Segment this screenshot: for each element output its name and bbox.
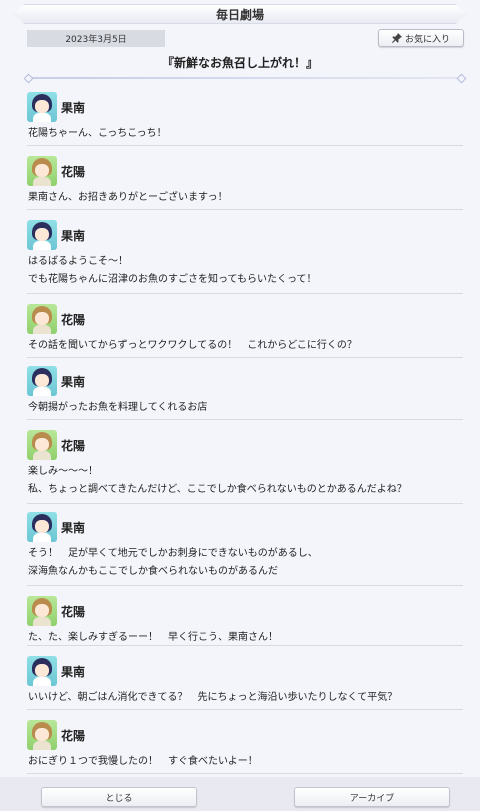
- dialogue-text: そう！ 足が早くて地元でしかお刺身にできないものがあるし、: [28, 548, 318, 559]
- dialogue-text: 果南さん、お招きありがとーございますっ！: [28, 192, 228, 203]
- favorite-button-label: お気に入り: [404, 34, 450, 45]
- kanan-avatar-icon: [27, 92, 57, 122]
- speaker-row: 果南: [27, 656, 463, 686]
- dialogue-entry: 果南はるばるようこそ～！ でも花陽ちゃんに沼津のお魚のすごさを知ってもらいたくって…: [27, 220, 463, 294]
- dialogue-entry: 花陽た、た、楽しみすぎるーー！ 早く行こう、果南さん！: [27, 596, 463, 646]
- hanayo-avatar-icon: [27, 596, 57, 626]
- speaker-row: 花陽: [27, 430, 463, 460]
- speaker-row: 花陽: [27, 720, 463, 750]
- dialogue-text: 花陽ちゃーん、こっちこっち！: [28, 128, 167, 139]
- kanan-avatar-icon: [27, 512, 57, 542]
- speaker-row: 花陽: [27, 304, 463, 334]
- kanan-avatar-icon: [27, 366, 57, 396]
- hanayo-avatar-icon: [27, 430, 57, 460]
- dialogue-text: 楽しみ～～～！: [28, 466, 98, 477]
- title-divider: [28, 77, 462, 79]
- dialogue-text: た、た、楽しみすぎるーー！ 早く行こう、果南さん！: [28, 632, 278, 643]
- speaker-name: 果南: [61, 100, 86, 115]
- dialogue-text: 今朝揚がったお魚を料理してくれるお店: [28, 402, 208, 413]
- footer-bar: とじる アーカイブ: [0, 777, 480, 811]
- speaker-name: 花陽: [61, 604, 86, 619]
- dialogue-text: はるばるようこそ～！: [28, 256, 128, 267]
- speaker-name: 花陽: [61, 438, 86, 453]
- hanayo-avatar-icon: [27, 304, 57, 334]
- archive-button[interactable]: アーカイブ: [294, 787, 450, 807]
- dialogue-text: おにぎり１つで我慢したの！ すぐ食べたいよー！: [28, 756, 258, 767]
- dialogue-entry: 花陽おにぎり１つで我慢したの！ すぐ食べたいよー！: [27, 720, 463, 774]
- hanayo-avatar-icon: [27, 720, 57, 750]
- kanan-avatar-icon: [27, 220, 57, 250]
- speaker-row: 果南: [27, 92, 463, 122]
- pin-icon: [391, 33, 402, 43]
- speaker-name: 花陽: [61, 728, 86, 743]
- dialogue-entry: 花陽その話を聞いてからずっとワクワクしてるの！ これからどこに行くの？: [27, 304, 463, 358]
- dialogue-entry: 果南花陽ちゃーん、こっちこっち！: [27, 92, 463, 146]
- speaker-name: 果南: [61, 228, 86, 243]
- page-title: 毎日劇場: [215, 7, 264, 22]
- speaker-name: 果南: [61, 374, 86, 389]
- speaker-row: 花陽: [27, 156, 463, 186]
- header-bar: 毎日劇場: [0, 0, 480, 26]
- dialogue-text: でも花陽ちゃんに沼津のお魚のすごさを知ってもらいたくって！: [28, 274, 317, 285]
- dialogue-entry: 果南そう！ 足が早くて地元でしかお刺身にできないものがあるし、 深海魚なんかもここ…: [27, 512, 463, 586]
- speaker-row: 果南: [27, 220, 463, 250]
- dialogue-entry: 果南いいけど、朝ごはん消化できてる？ 先にちょっと海沿い歩いたりしなくて平気？: [27, 656, 463, 710]
- speaker-name: 花陽: [61, 312, 86, 327]
- speaker-row: 果南: [27, 512, 463, 542]
- dialogue-entry: 花陽果南さん、お招きありがとーございますっ！: [27, 156, 463, 210]
- speaker-name: 果南: [61, 664, 86, 679]
- episode-title: 『新鮮なお魚召し上がれ！』: [161, 56, 318, 70]
- speaker-row: 花陽: [27, 596, 463, 626]
- dialogue-entry: 花陽楽しみ～～～！ 私、ちょっと調べてきたんだけど、ここでしか食べられないものとか…: [27, 430, 463, 504]
- dialogue-entry: 果南今朝揚がったお魚を料理してくれるお店: [27, 366, 463, 420]
- dialogue-text: 深海魚なんかもここでしか食べられないものがあるんだ: [28, 566, 278, 577]
- favorite-button[interactable]: お気に入り: [378, 29, 464, 47]
- dialogue-text: 私、ちょっと調べてきたんだけど、ここでしか食べられないものとかあるんだよね？: [28, 484, 407, 495]
- date-label: 2023年3月5日: [27, 30, 165, 47]
- dialogue-text: その話を聞いてからずっとワクワクしてるの！ これからどこに行くの？: [28, 340, 357, 351]
- dialogue-text: いいけど、朝ごはん消化できてる？ 先にちょっと海沿い歩いたりしなくて平気？: [28, 692, 398, 703]
- speaker-name: 花陽: [61, 164, 86, 179]
- speaker-row: 果南: [27, 366, 463, 396]
- kanan-avatar-icon: [27, 656, 57, 686]
- hanayo-avatar-icon: [27, 156, 57, 186]
- close-button[interactable]: とじる: [41, 787, 197, 807]
- speaker-name: 果南: [61, 520, 86, 535]
